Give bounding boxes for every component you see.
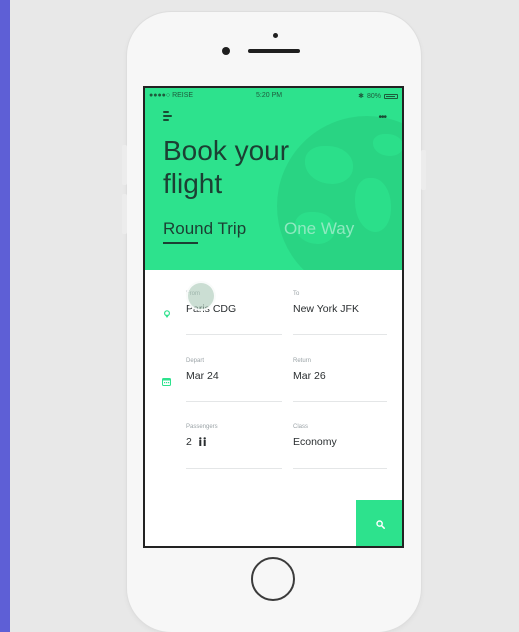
return-value: Mar 26 [293, 370, 326, 382]
battery-percent: 80% [366, 92, 381, 100]
tab-one-way-label: One Way [284, 219, 355, 238]
background-strip [0, 0, 10, 632]
class-value: Economy [293, 436, 337, 448]
to-label: To [293, 291, 300, 297]
title-line-2: flight [163, 168, 223, 199]
volume-up-button [122, 145, 127, 185]
power-button [421, 150, 426, 190]
return-label: Return [293, 358, 312, 364]
battery-indicator: ✱ 80% [358, 92, 398, 100]
status-bar: ●●●●○ REISE 5:20 PM ✱ 80% [149, 92, 398, 102]
to-field[interactable]: To New York JFK [293, 291, 387, 335]
volume-down-button [122, 194, 127, 234]
location-pin-icon [163, 310, 171, 318]
calendar-icon [162, 378, 171, 386]
menu-icon[interactable] [163, 111, 175, 121]
bluetooth-icon: ✱ [358, 93, 364, 100]
people-icon [198, 437, 206, 446]
tab-round-trip-label: Round Trip [163, 219, 247, 238]
title-line-1: Book your [163, 135, 290, 166]
front-camera [273, 33, 278, 38]
earpiece-speaker [248, 49, 300, 53]
battery-icon [384, 93, 398, 99]
depart-field[interactable]: Depart Mar 24 [186, 358, 282, 402]
carrier-label: ●●●●○ REISE [149, 92, 194, 99]
active-tab-indicator [163, 242, 198, 244]
app-screen: ●●●●○ REISE 5:20 PM ✱ 80% ••• Book your … [143, 86, 404, 548]
search-button[interactable] [356, 500, 402, 546]
depart-label: Depart [186, 358, 205, 364]
page-title: Book your flight [163, 134, 363, 200]
return-field[interactable]: Return Mar 26 [293, 358, 387, 402]
touch-indicator [186, 281, 216, 311]
class-label: Class [293, 424, 309, 430]
passengers-value: 2 [186, 436, 192, 448]
home-button[interactable] [251, 557, 295, 601]
passengers-field[interactable]: Passengers 2 [186, 424, 282, 469]
passengers-label: Passengers [186, 424, 218, 430]
to-value: New York JFK [293, 303, 359, 315]
class-field[interactable]: Class Economy [293, 424, 387, 469]
depart-value: Mar 24 [186, 370, 219, 382]
clock: 5:20 PM [256, 92, 283, 99]
passengers-value-row: 2 [186, 436, 282, 448]
tab-round-trip[interactable]: Round Trip [163, 219, 247, 244]
more-icon[interactable]: ••• [378, 112, 386, 123]
proximity-sensor [222, 47, 230, 55]
search-icon [375, 519, 385, 529]
hero-header: ●●●●○ REISE 5:20 PM ✱ 80% ••• Book your … [145, 88, 402, 270]
tab-one-way[interactable]: One Way [284, 219, 354, 239]
